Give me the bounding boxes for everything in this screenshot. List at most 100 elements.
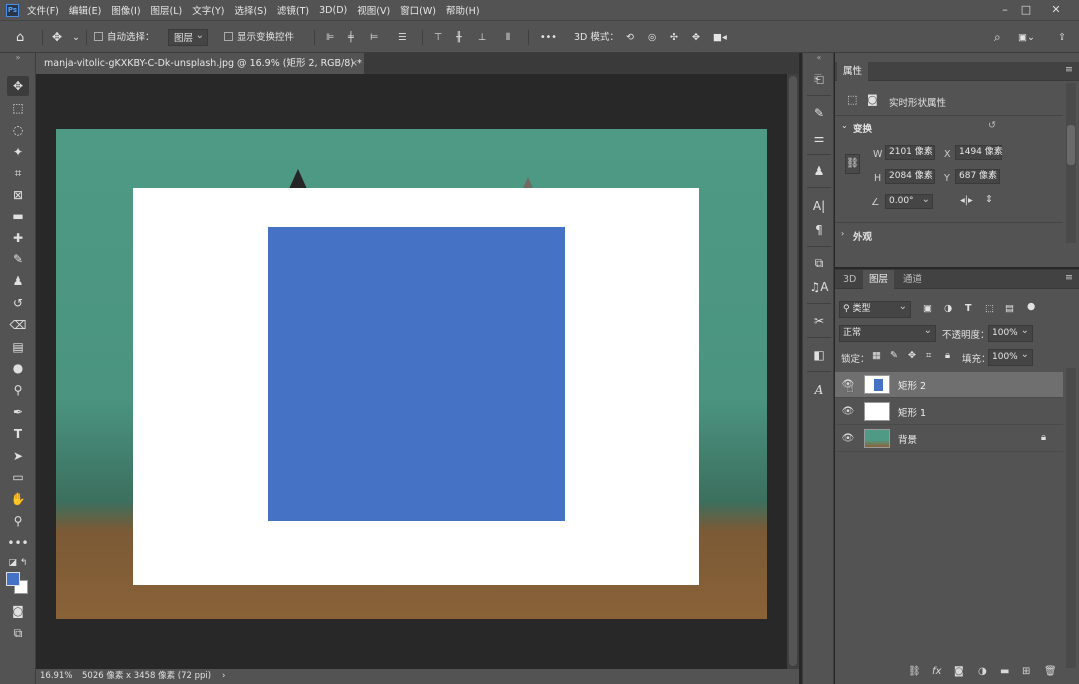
glyph-a-icon[interactable]: A [809,380,829,400]
canvas-scrollbar-thumb[interactable] [789,76,797,666]
filter-type-icon[interactable]: T [965,303,971,314]
align-middle-icon[interactable]: ╫ [456,29,462,46]
lock-transparent-icon[interactable]: ▦ [872,350,881,361]
lasso-tool-icon[interactable]: ◌ [7,120,29,140]
filter-adjustment-icon[interactable]: ◑ [944,303,952,314]
drag-3d-icon[interactable]: ✣ [670,29,678,46]
visibility-eye-icon[interactable]: 👁︎ [841,405,855,419]
stamp-tool-icon[interactable]: ♟ [7,271,29,291]
group-folder-icon[interactable]: ▬ [1000,666,1009,677]
menu-help[interactable]: 帮助(H) [446,3,480,17]
slide-3d-icon[interactable]: ✥ [692,29,700,46]
menu-3d[interactable]: 3D(D) [319,5,347,16]
zoom-level[interactable]: 16.91% [40,669,72,684]
brush-tool-icon[interactable]: ✎ [7,249,29,269]
search-icon[interactable]: ⌕ [994,29,1001,46]
menu-filter[interactable]: 滤镜(T) [277,3,309,17]
height-field[interactable]: 2084 像素 [885,169,935,184]
menu-image[interactable]: 图像(I) [111,3,140,17]
filter-shape-icon[interactable]: ⬚ [985,303,994,314]
camera-3d-icon[interactable]: ■◂ [713,29,727,46]
tools-panel-icon[interactable]: ✂ [809,311,829,331]
gradient-tool-icon[interactable]: ▤ [7,337,29,357]
maximize-icon[interactable]: □ [1014,0,1038,20]
flip-horizontal-icon[interactable]: ◂|▸ [960,195,973,206]
home-icon[interactable]: ⌂ [16,29,24,46]
x-field[interactable]: 1494 像素 [955,145,1003,160]
align-center-icon[interactable]: ╪ [348,29,354,46]
distribute-vertical-icon[interactable]: ⫴ [506,29,510,46]
orbit-3d-icon[interactable]: ⟲ [626,29,634,46]
path-select-tool-icon[interactable]: ➤ [7,446,29,466]
status-arrow-icon[interactable]: › [222,669,225,684]
align-left-icon[interactable]: ⊫ [326,29,334,46]
chevron-right-icon[interactable]: › [841,229,844,238]
menu-window[interactable]: 窗口(W) [400,3,436,17]
move-tool-icon[interactable]: ✥ [7,76,29,96]
roll-3d-icon[interactable]: ◎ [648,29,656,46]
layer-row-rectangle-2[interactable]: 👁︎ 矩形 2 [835,372,1063,398]
fx-icon[interactable]: fx [932,666,941,677]
auto-select-dropdown[interactable]: 图层 [168,27,209,46]
swap-colors-icon[interactable]: ◪ ↰ [7,553,29,573]
magic-wand-tool-icon[interactable]: ✦ [7,142,29,162]
layer-name[interactable]: 矩形 2 [898,378,926,392]
layers-scrollbar[interactable] [1066,368,1076,668]
history-brush-tool-icon[interactable]: ↺ [7,293,29,313]
align-bottom-icon[interactable]: ⊥ [478,29,486,46]
hand-tool-icon[interactable]: ✋ [7,489,29,509]
filter-toggle-icon[interactable]: ● [1027,301,1035,312]
menu-select[interactable]: 选择(S) [234,3,266,17]
adjustment-layer-icon[interactable]: ◑ [978,666,987,677]
glyphs-panel-icon[interactable]: ♫A [809,277,829,297]
layer-name[interactable]: 矩形 1 [898,405,926,419]
paragraph-panel-icon[interactable]: ¶ [809,220,829,240]
share-icon[interactable]: ⇪ [1058,29,1066,46]
menu-layer[interactable]: 图层(L) [151,3,183,17]
tab-properties[interactable]: 属性 [837,62,869,81]
distribute-icon[interactable]: ☰ [398,29,407,46]
menu-file[interactable]: 文件(F) [27,3,59,17]
libraries-panel-icon[interactable]: ◧ [809,345,829,365]
screen-mode-icon[interactable]: ⧉ [7,623,29,643]
blur-tool-icon[interactable]: ● [7,358,29,378]
workspace-icon[interactable]: ▣⌄ [1018,29,1035,46]
add-mask-icon[interactable]: ◙ [954,666,964,677]
align-top-icon[interactable]: ⊤ [434,29,442,46]
character-panel-icon[interactable]: A| [809,196,829,216]
lock-pixels-icon[interactable]: ✎ [890,350,898,361]
clone-source-icon[interactable]: ♟ [809,161,829,181]
section-transform-title[interactable]: 变换 [853,121,872,135]
delete-layer-icon[interactable]: 🗑︎ [1044,666,1057,677]
more-options-icon[interactable]: ••• [540,29,557,46]
brush-settings-icon[interactable]: ✎ [809,103,829,123]
zoom-tool-icon[interactable]: ⚲ [7,511,29,531]
close-tab-icon[interactable]: × [350,53,358,74]
new-layer-icon[interactable]: ⊞ [1022,666,1030,677]
marquee-tool-icon[interactable]: ⬚ [7,98,29,118]
tab-layers[interactable]: 图层 [863,270,895,289]
menu-type[interactable]: 文字(Y) [192,3,224,17]
type-tool-icon[interactable]: T [7,424,29,444]
ruler-tool-icon[interactable]: ▬ [7,206,29,226]
flip-vertical-icon[interactable]: ⇕ [985,194,993,205]
layers-menu-icon[interactable]: ≡ [1065,272,1073,283]
layer-filter-dropdown[interactable]: ⚲ 类型 [839,299,911,318]
blend-mode-dropdown[interactable]: 正常 [839,323,936,342]
collapse-icon[interactable]: » [7,53,29,63]
rectangle-tool-icon[interactable]: ▭ [7,467,29,487]
chevron-down-icon[interactable]: ⌄ [72,29,80,46]
close-window-icon[interactable]: ✕ [1044,0,1068,20]
link-layers-icon[interactable]: ⛓ [908,666,921,677]
width-field[interactable]: 2101 像素 [885,145,935,160]
crop-tool-icon[interactable]: ⌗ [7,163,29,183]
document-tab[interactable]: manja-vitolic-gKXKBY-C-Dk-unsplash.jpg @… [36,53,364,74]
pen-tool-icon[interactable]: ✒ [7,402,29,422]
filter-pixel-icon[interactable]: ▣ [923,303,932,314]
move-tool-icon[interactable]: ✥ [52,29,62,46]
auto-select-checkbox[interactable]: 自动选择： [94,29,155,46]
visibility-eye-icon[interactable]: 👁︎ [841,432,855,446]
lock-artboard-icon[interactable]: ⌗ [926,350,931,361]
rectangle-2-shape[interactable] [268,227,565,521]
y-field[interactable]: 687 像素 [955,169,1000,184]
